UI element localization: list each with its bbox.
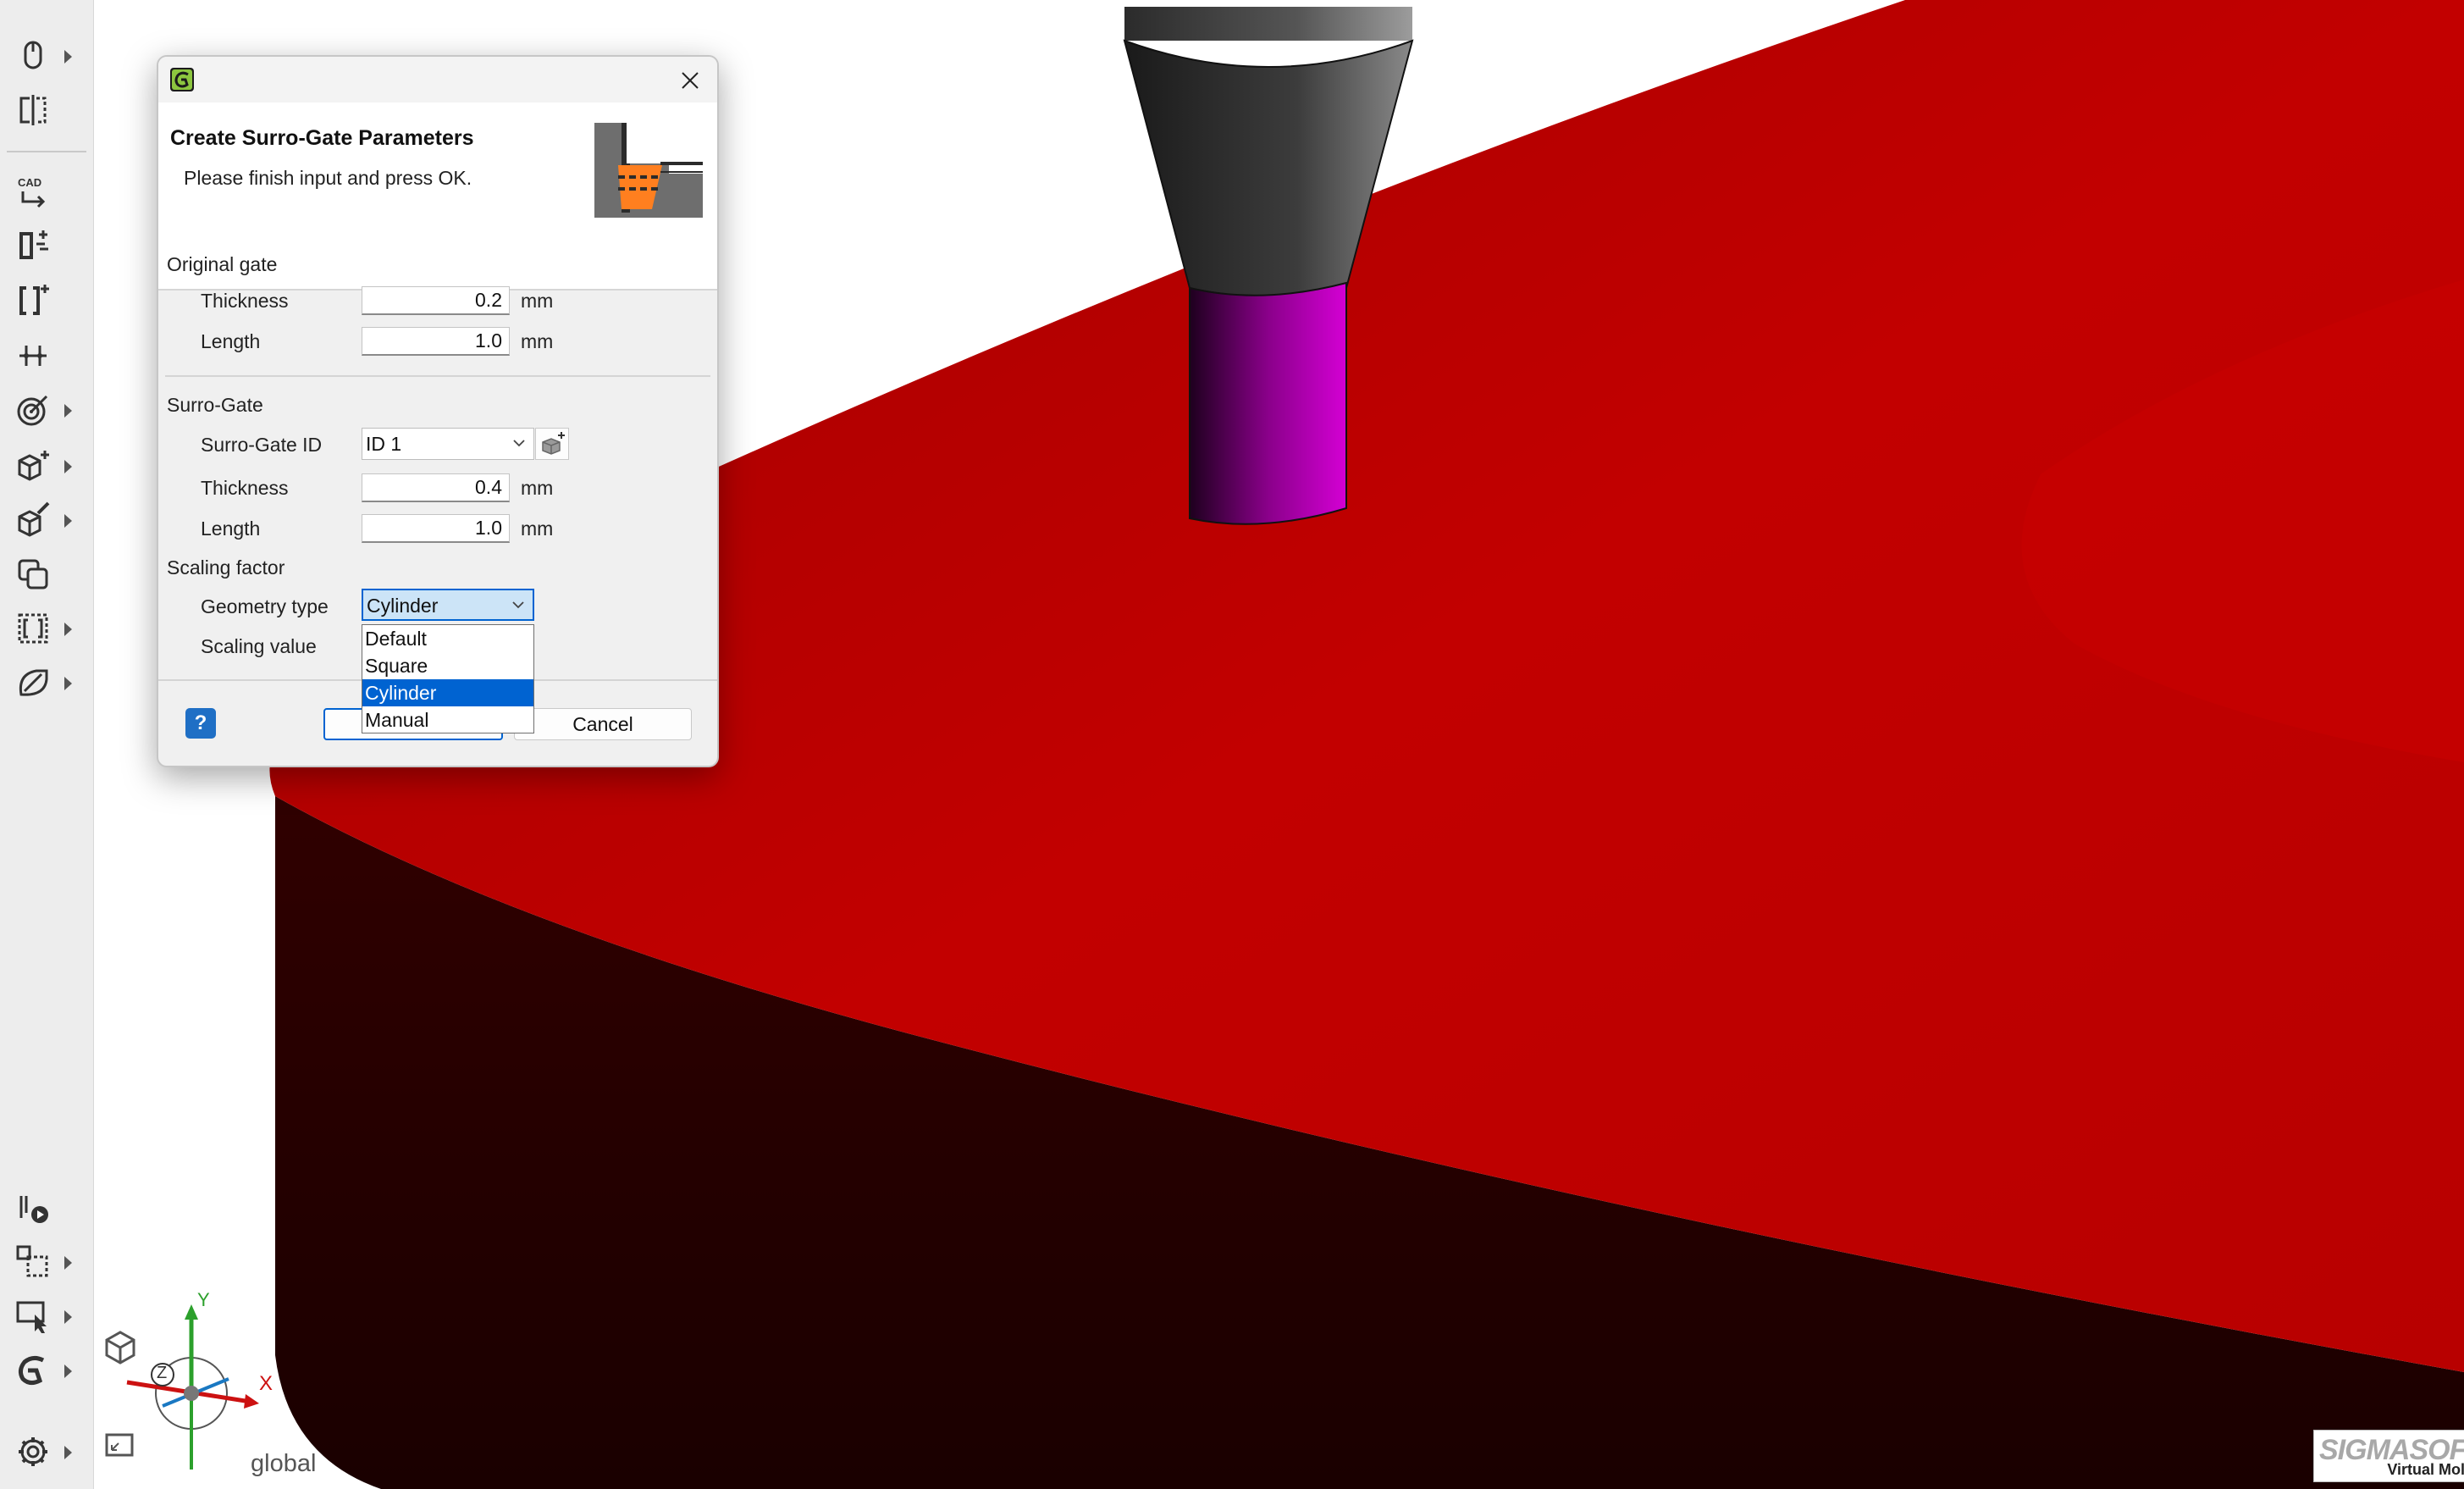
dialog-subheading: Please finish input and press OK. <box>184 167 472 189</box>
original-thickness-input[interactable] <box>362 286 510 315</box>
settings-menu-arrow[interactable] <box>64 1446 72 1459</box>
add-cube-icon[interactable] <box>12 446 54 486</box>
surro-length-label: Length <box>201 518 261 540</box>
original-length-unit: mm <box>521 330 554 352</box>
pen-shape-icon[interactable] <box>12 662 54 703</box>
original-length-input[interactable] <box>362 327 510 356</box>
view-cube-icon[interactable] <box>105 1331 135 1364</box>
x-axis-label: X <box>259 1372 273 1395</box>
play-sim-icon[interactable] <box>12 1187 54 1228</box>
move-points-icon[interactable] <box>12 335 54 376</box>
edit-cube-menu-arrow[interactable] <box>64 514 72 528</box>
surro-thickness-label: Thickness <box>201 477 289 499</box>
dialog-heading: Create Surro-Gate Parameters <box>170 126 474 150</box>
surro-gate-id-label: Surro-Gate ID <box>201 434 323 456</box>
original-length-label: Length <box>201 330 261 352</box>
dialog-titlebar[interactable] <box>158 57 717 102</box>
surro-gate-id-select[interactable]: ID 1 <box>362 428 534 460</box>
mirror-split-icon[interactable] <box>12 90 54 130</box>
cad-import-icon[interactable]: CAD <box>12 169 54 210</box>
mouse-menu-arrow[interactable] <box>64 50 72 64</box>
geometry-type-dropdown[interactable]: Default Square Cylinder Manual <box>362 624 534 733</box>
surro-length-input[interactable] <box>362 514 510 543</box>
close-icon[interactable] <box>673 64 707 97</box>
sigmasoft-menu-arrow[interactable] <box>64 1364 72 1378</box>
edit-cube-icon[interactable] <box>12 500 54 540</box>
y-axis-label: Y <box>197 1289 210 1310</box>
sigmasoft-logo: SIGMASOFT Virtual Molding <box>2313 1430 2464 1482</box>
scaling-value-label: Scaling value <box>201 635 317 657</box>
help-button[interactable]: ? <box>185 708 216 739</box>
toolbar-separator <box>7 151 86 152</box>
scaling-factor-group-label: Scaling factor <box>167 556 285 578</box>
fit-view-icon[interactable] <box>105 1433 134 1457</box>
z-axis-label: Z <box>157 1364 168 1382</box>
dashed-part-menu-arrow[interactable] <box>64 623 72 636</box>
svg-text:CAD: CAD <box>18 176 41 189</box>
add-cube-menu-arrow[interactable] <box>64 460 72 473</box>
cancel-button[interactable]: Cancel <box>514 708 692 740</box>
target-menu-arrow[interactable] <box>64 404 72 418</box>
gate-add-icon[interactable] <box>12 225 54 266</box>
chevron-down-icon <box>513 440 525 447</box>
dropdown-option-manual[interactable]: Manual <box>362 706 533 733</box>
gate-illustration-icon <box>594 123 703 218</box>
pointer-menu-arrow[interactable] <box>64 1310 72 1324</box>
axis-triad <box>105 1304 259 1470</box>
dropdown-option-default[interactable]: Default <box>362 625 533 652</box>
surro-length-unit: mm <box>521 518 554 540</box>
add-gate-icon <box>542 432 565 455</box>
sigmasoft-icon[interactable] <box>12 1350 54 1391</box>
dashed-part-icon[interactable] <box>12 608 54 649</box>
target-icon[interactable] <box>12 390 54 430</box>
surro-gate-id-value: ID 1 <box>366 433 402 455</box>
pointer-select-icon[interactable] <box>12 1296 54 1337</box>
transform-icon[interactable] <box>12 1242 54 1282</box>
copy-layers-icon[interactable] <box>12 554 54 595</box>
original-gate-group-label: Original gate <box>167 253 278 275</box>
original-thickness-unit: mm <box>521 290 554 312</box>
dropdown-option-square[interactable]: Square <box>362 652 533 679</box>
app-logo-icon <box>170 68 194 91</box>
settings-icon[interactable] <box>12 1431 54 1472</box>
coordinate-system-label: global <box>251 1450 317 1477</box>
surro-thickness-unit: mm <box>521 477 554 499</box>
geometry-type-select[interactable]: Cylinder <box>362 589 534 621</box>
logo-tagline: Virtual Molding <box>2387 1461 2464 1478</box>
chevron-down-icon <box>512 601 524 609</box>
gate-insert-icon[interactable] <box>12 280 54 320</box>
add-surro-gate-button[interactable] <box>535 428 569 460</box>
original-thickness-label: Thickness <box>201 290 289 312</box>
surro-thickness-input[interactable] <box>362 473 510 502</box>
pen-shape-menu-arrow[interactable] <box>64 677 72 690</box>
surro-gate-dialog: Create Surro-Gate Parameters Please fini… <box>157 55 719 767</box>
dropdown-option-cylinder[interactable]: Cylinder <box>362 679 533 706</box>
transform-menu-arrow[interactable] <box>64 1256 72 1270</box>
left-toolbar: CAD <box>0 0 94 1489</box>
surro-gate-group-label: Surro-Gate <box>167 394 263 416</box>
mouse-icon[interactable] <box>12 36 54 76</box>
section-separator <box>165 375 710 377</box>
geometry-type-value: Cylinder <box>367 595 439 617</box>
geometry-type-label: Geometry type <box>201 595 329 617</box>
